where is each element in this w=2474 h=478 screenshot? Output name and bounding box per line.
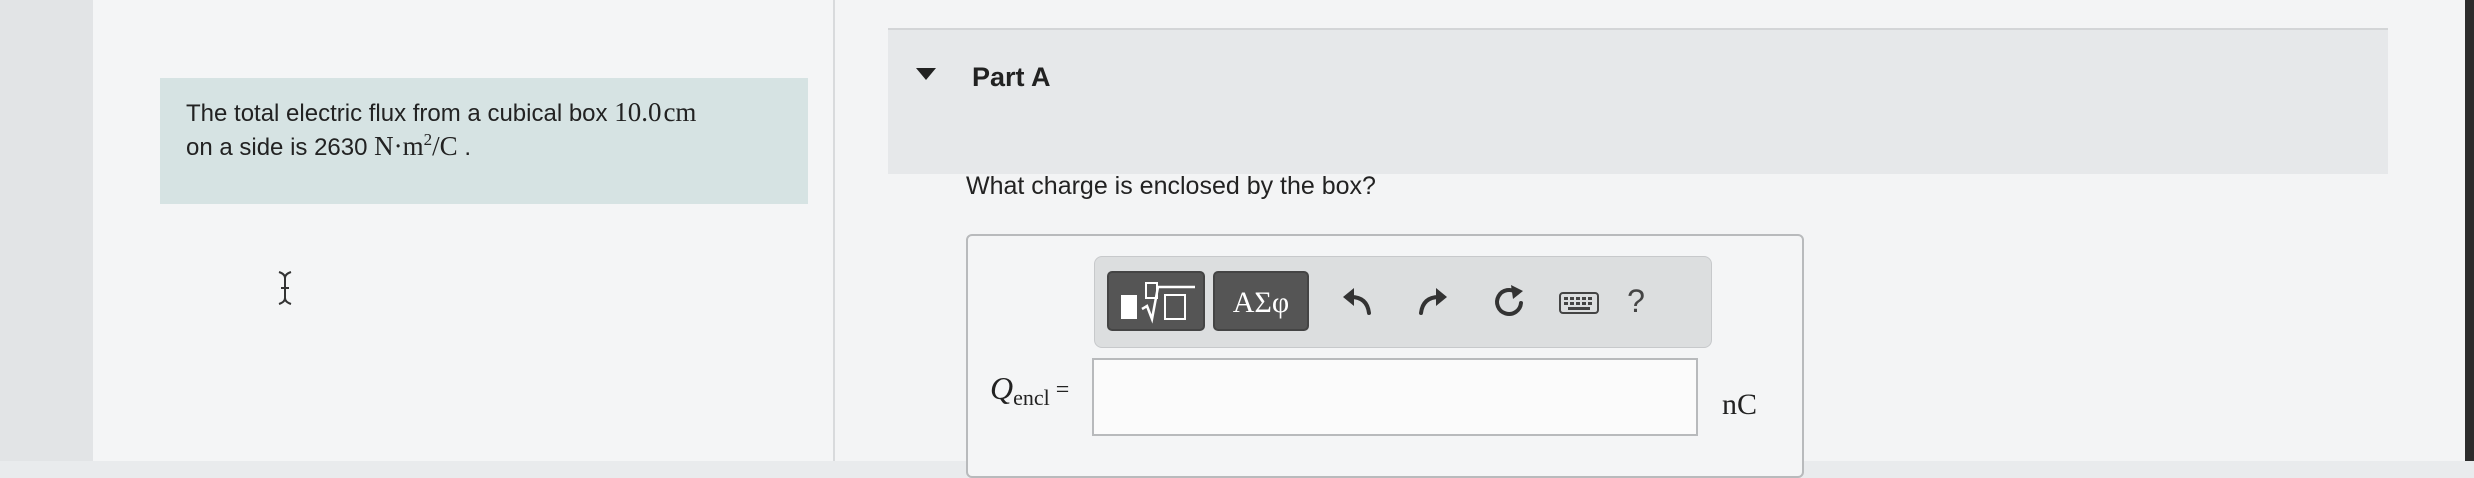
keyboard-icon[interactable] xyxy=(1557,279,1601,325)
variable-q: Q xyxy=(990,370,1014,406)
redo-icon[interactable] xyxy=(1413,279,1453,325)
length-unit: cm xyxy=(663,97,697,127)
fraction-root-template-icon xyxy=(1121,282,1195,324)
reset-icon[interactable] xyxy=(1489,279,1529,325)
window-edge xyxy=(2465,0,2474,461)
part-a-header[interactable]: Part A xyxy=(888,28,2388,174)
flux-unit-denominator: /C xyxy=(432,131,458,161)
side-length: 10.0 xyxy=(614,97,662,127)
text-cursor-icon xyxy=(278,271,292,305)
greek-symbols-button[interactable]: ΑΣφ xyxy=(1213,271,1309,331)
templates-button[interactable] xyxy=(1107,271,1205,331)
answer-variable-label: Qencl = xyxy=(990,370,1069,411)
left-margin xyxy=(0,0,93,461)
problem-panel xyxy=(93,0,833,461)
greek-symbols-label: ΑΣφ xyxy=(1232,286,1290,319)
help-button[interactable]: ? xyxy=(1621,283,1651,320)
problem-text-prefix: The total electric flux from a cubical b… xyxy=(186,100,615,127)
problem-statement: The total electric flux from a cubical b… xyxy=(160,78,808,204)
problem-text-middle: on a side is 2630 xyxy=(186,134,375,161)
part-title[interactable]: Part A xyxy=(972,62,1051,93)
equals-sign: = xyxy=(1055,377,1070,403)
answer-input[interactable] xyxy=(1092,358,1698,436)
answer-area: ΑΣφ ? Qencl = nC xyxy=(966,234,1804,478)
variable-subscript: encl xyxy=(1013,385,1050,410)
math-toolbar: ΑΣφ ? xyxy=(1094,256,1712,348)
flux-unit-exponent: 2 xyxy=(423,130,433,149)
flux-unit-base: N·m xyxy=(374,131,424,161)
problem-text-end: . xyxy=(457,134,471,161)
collapse-triangle-icon[interactable] xyxy=(916,68,936,80)
unit-label: nC xyxy=(1722,388,1758,421)
undo-icon[interactable] xyxy=(1337,279,1377,325)
question-text: What charge is enclosed by the box? xyxy=(966,172,1376,200)
